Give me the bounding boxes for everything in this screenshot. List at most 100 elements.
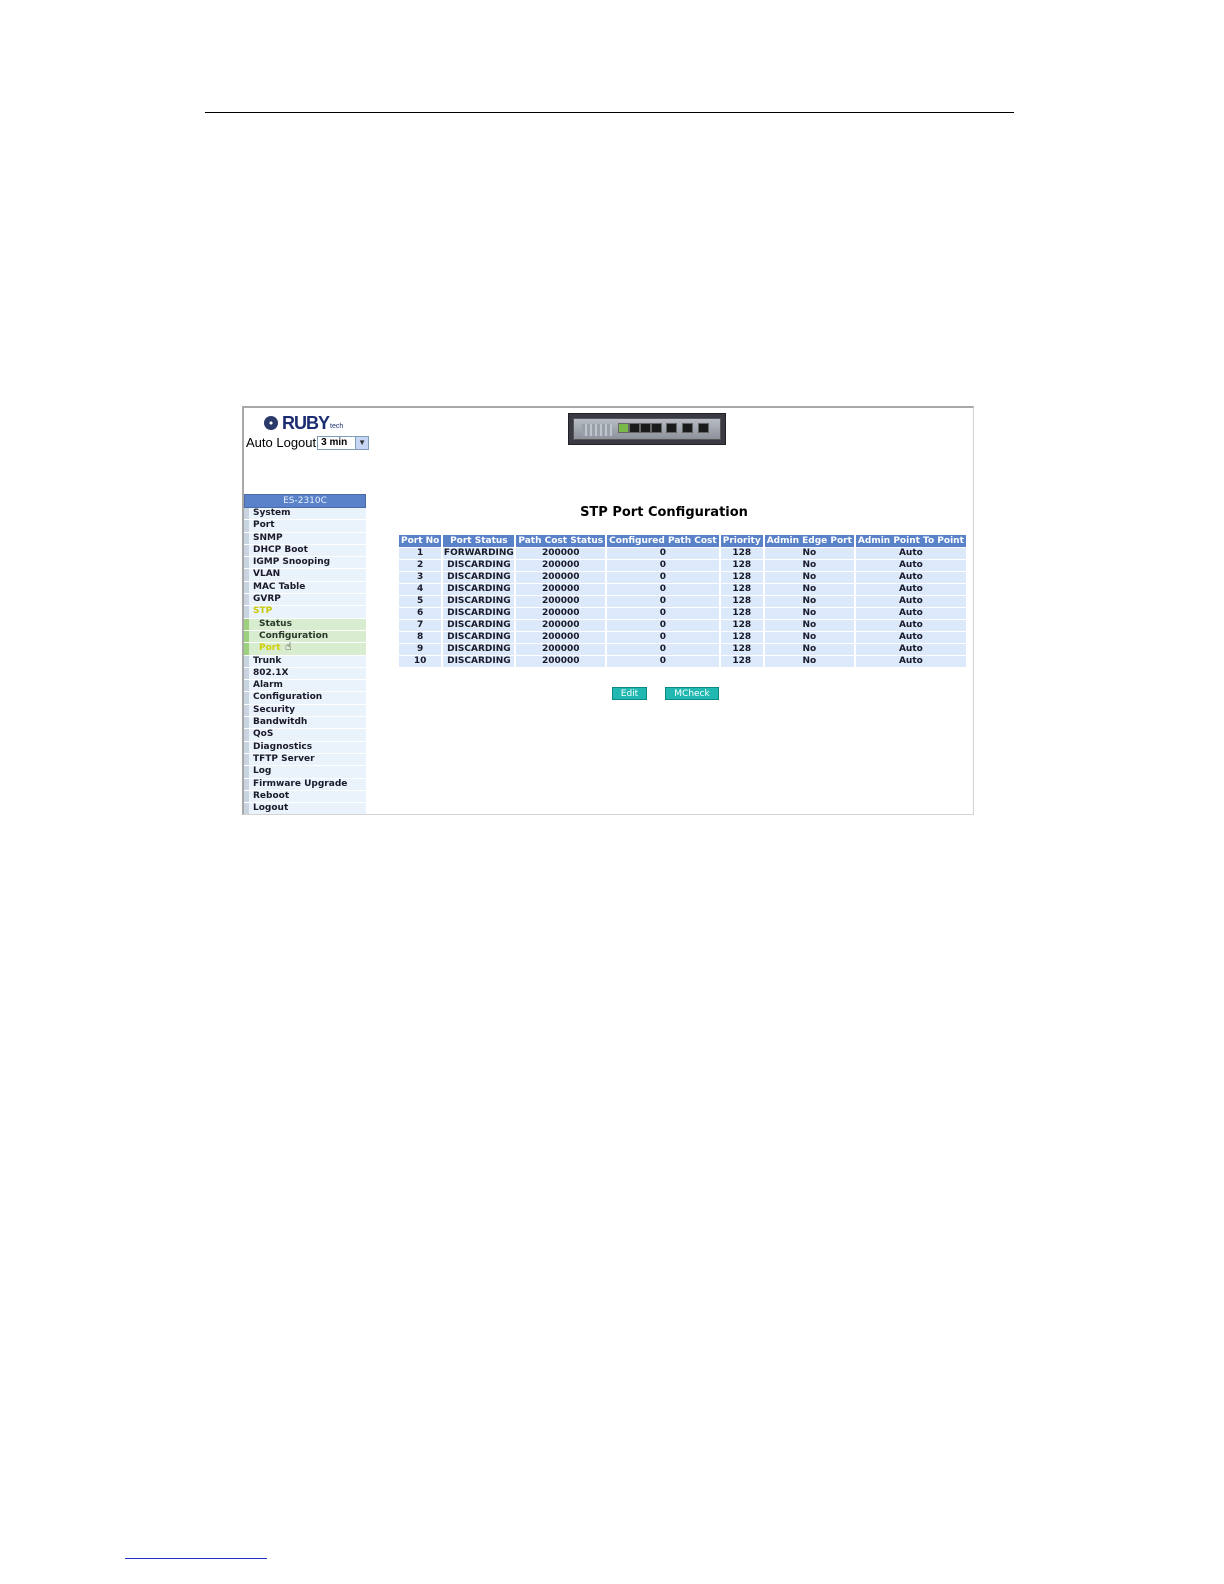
switch-front-panel bbox=[573, 418, 721, 440]
sidebar-item-port[interactable]: Port ☝ bbox=[244, 641, 366, 656]
sidebar-item-reboot[interactable]: Reboot bbox=[244, 790, 366, 804]
sidebar-item-dhcp-boot[interactable]: DHCP Boot bbox=[244, 544, 366, 558]
table-cell: 128 bbox=[720, 596, 763, 608]
sidebar-item-port[interactable]: Port bbox=[244, 520, 366, 533]
switch-port-icon bbox=[682, 423, 693, 433]
sidebar-menu: ES-2310C System Port SNMP DHCP Boot IGMP Sno… bbox=[244, 494, 366, 814]
table-cell: 9 bbox=[399, 644, 442, 656]
sidebar-item-gvrp[interactable]: GVRP bbox=[244, 594, 366, 607]
column-header: Priority bbox=[720, 535, 763, 548]
table-cell: 128 bbox=[720, 656, 763, 668]
sidebar-item-security[interactable]: Security bbox=[244, 704, 366, 718]
sidebar-item-bandwitdh[interactable]: Bandwitdh bbox=[244, 717, 366, 730]
table-cell: 200000 bbox=[516, 644, 606, 656]
column-header: Port No bbox=[399, 535, 442, 548]
sidebar-item-configuration[interactable]: Configuration bbox=[244, 630, 366, 644]
table-cell: 200000 bbox=[516, 656, 606, 668]
sidebar-item-qos[interactable]: QoS bbox=[244, 729, 366, 742]
browser-frame: RUBY tech Auto Logout 3 min ▼ ES-2310C S… bbox=[242, 406, 974, 815]
table-cell: 200000 bbox=[516, 632, 606, 644]
table-row[interactable]: 7 DISCARDING 200000 0 128 No Auto bbox=[399, 620, 966, 632]
table-cell: 128 bbox=[720, 608, 763, 620]
table-cell: Auto bbox=[855, 620, 966, 632]
sidebar-item-802-1x[interactable]: 802.1X bbox=[244, 667, 366, 681]
table-cell: 10 bbox=[399, 656, 442, 668]
sidebar-item-status[interactable]: Status bbox=[244, 618, 366, 631]
table-row[interactable]: 2 DISCARDING 200000 0 128 No Auto bbox=[399, 560, 966, 572]
table-cell: Auto bbox=[855, 584, 966, 596]
sidebar-item-igmp-snooping[interactable]: IGMP Snooping bbox=[244, 557, 366, 570]
column-header: Admin Edge Port bbox=[764, 535, 854, 548]
sidebar-item-diagnostics[interactable]: Diagnostics bbox=[244, 741, 366, 754]
sidebar-item-alarm[interactable]: Alarm bbox=[244, 680, 366, 693]
table-cell: 2 bbox=[399, 560, 442, 572]
sidebar-item-snmp[interactable]: SNMP bbox=[244, 532, 366, 545]
table-cell: 0 bbox=[607, 572, 719, 584]
sidebar-item-configuration[interactable]: Configuration bbox=[244, 692, 366, 705]
table-cell: Auto bbox=[855, 596, 966, 608]
sidebar-item-stp[interactable]: STP bbox=[244, 606, 366, 619]
table-row[interactable]: 8 DISCARDING 200000 0 128 No Auto bbox=[399, 632, 966, 644]
switch-label-strip bbox=[582, 424, 612, 436]
sidebar-item-logout[interactable]: Logout bbox=[244, 803, 366, 814]
page-title: STP Port Configuration bbox=[580, 505, 748, 520]
edit-button[interactable]: Edit bbox=[612, 687, 647, 700]
auto-logout: Auto Logout 3 min ▼ bbox=[246, 435, 370, 450]
table-cell: 0 bbox=[607, 656, 719, 668]
sidebar-item-trunk[interactable]: Trunk bbox=[244, 655, 366, 668]
table-cell: 0 bbox=[607, 548, 719, 560]
sidebar-item-log[interactable]: Log bbox=[244, 766, 366, 779]
switch-port-icon bbox=[666, 423, 677, 433]
stp-port-table: Port No Port Status Path Cost Status Config… bbox=[397, 535, 968, 668]
page-bottom-link-rule bbox=[125, 1558, 267, 1559]
table-cell: 6 bbox=[399, 608, 442, 620]
table-cell: No bbox=[764, 656, 854, 668]
table-cell: No bbox=[764, 644, 854, 656]
table-row[interactable]: 5 DISCARDING 200000 0 128 No Auto bbox=[399, 596, 966, 608]
table-cell: 128 bbox=[720, 644, 763, 656]
table-cell: 0 bbox=[607, 608, 719, 620]
table-cell: 0 bbox=[607, 632, 719, 644]
mcheck-button[interactable]: MCheck bbox=[665, 687, 719, 700]
table-cell: 200000 bbox=[516, 596, 606, 608]
table-cell: Auto bbox=[855, 632, 966, 644]
table-cell: Auto bbox=[855, 656, 966, 668]
table-cell: 128 bbox=[720, 560, 763, 572]
sidebar-items: System Port SNMP DHCP Boot IGMP Snooping VLAN… bbox=[244, 508, 366, 814]
auto-logout-select[interactable]: 3 min ▼ bbox=[317, 435, 370, 450]
table-row[interactable]: 3 DISCARDING 200000 0 128 No Auto bbox=[399, 572, 966, 584]
switch-port-icon bbox=[698, 423, 709, 433]
sidebar-item-mac-table[interactable]: MAC Table bbox=[244, 581, 366, 595]
table-cell: 0 bbox=[607, 644, 719, 656]
table-cell: 0 bbox=[607, 584, 719, 596]
table-cell: 200000 bbox=[516, 620, 606, 632]
table-cell: DISCARDING bbox=[443, 560, 515, 572]
table-cell: No bbox=[764, 608, 854, 620]
table-row[interactable]: 9 DISCARDING 200000 0 128 No Auto bbox=[399, 644, 966, 656]
table-cell: 128 bbox=[720, 584, 763, 596]
chevron-down-icon[interactable]: ▼ bbox=[355, 436, 369, 449]
table-cell: 200000 bbox=[516, 608, 606, 620]
table-cell: 128 bbox=[720, 572, 763, 584]
table-row[interactable]: 1 FORWARDING 200000 0 128 No Auto bbox=[399, 548, 966, 560]
sidebar-item-tftp-server[interactable]: TFTP Server bbox=[244, 753, 366, 767]
table-row[interactable]: 4 DISCARDING 200000 0 128 No Auto bbox=[399, 584, 966, 596]
table-cell: Auto bbox=[855, 560, 966, 572]
table-cell: 200000 bbox=[516, 572, 606, 584]
table-cell: 3 bbox=[399, 572, 442, 584]
sidebar-item-vlan[interactable]: VLAN bbox=[244, 569, 366, 582]
table-cell: 128 bbox=[720, 620, 763, 632]
table-row[interactable]: 6 DISCARDING 200000 0 128 No Auto bbox=[399, 608, 966, 620]
table-row[interactable]: 10 DISCARDING 200000 0 128 No Auto bbox=[399, 656, 966, 668]
column-header: Port Status bbox=[443, 535, 515, 548]
switch-port-icon bbox=[640, 423, 651, 433]
sidebar-item-firmware-upgrade[interactable]: Firmware Upgrade bbox=[244, 778, 366, 791]
table-cell: 0 bbox=[607, 560, 719, 572]
table-cell: No bbox=[764, 584, 854, 596]
table-cell: FORWARDING bbox=[443, 548, 515, 560]
auto-logout-value: 3 min bbox=[321, 437, 348, 448]
column-header: Admin Point To Point bbox=[855, 535, 966, 548]
table-cell: 200000 bbox=[516, 584, 606, 596]
sidebar-item-system[interactable]: System bbox=[244, 508, 366, 521]
table-cell: 128 bbox=[720, 548, 763, 560]
